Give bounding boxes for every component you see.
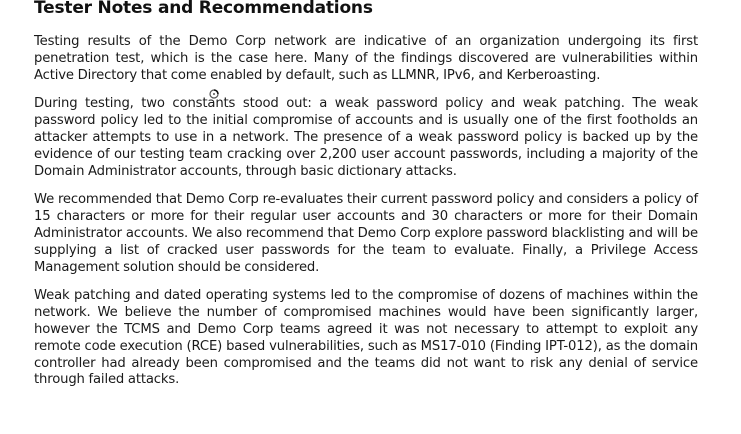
paragraph-observations: During testing, two constants stood out:… [34, 96, 698, 179]
section-heading: Tester Notes and Recommendations [34, 0, 373, 18]
busy-pointer-icon [209, 89, 219, 99]
paragraph-intro: Testing results of the Demo Corp network… [34, 34, 698, 83]
document-page: Tester Notes and Recommendations Testing… [34, 0, 698, 389]
paragraph-password-recommendations: We recommended that Demo Corp re-evaluat… [34, 192, 698, 275]
paragraph-patching: Weak patching and dated operating system… [34, 288, 698, 388]
